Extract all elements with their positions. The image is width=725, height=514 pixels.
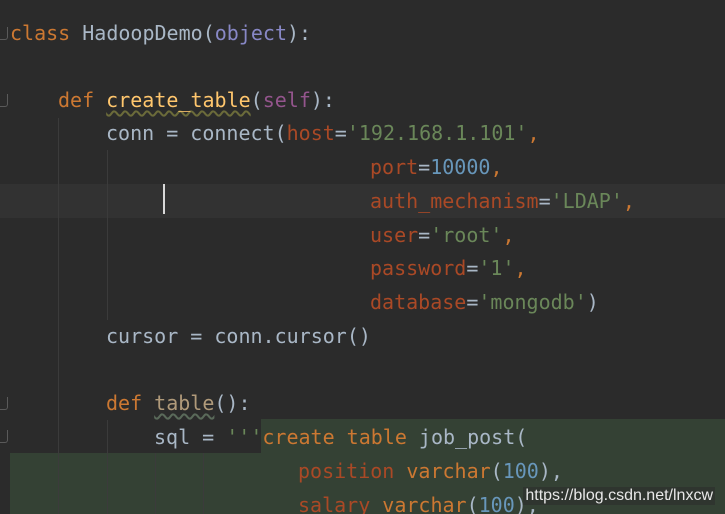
punctuation: ( (490, 459, 503, 483)
code-line[interactable]: salary varchar(100), (298, 489, 539, 514)
punctuation: ( (466, 493, 479, 514)
indent-guide (58, 118, 59, 514)
string-literal: 'root' (430, 223, 503, 247)
punctuation: , (527, 121, 540, 145)
punctuation: , (502, 223, 515, 247)
code-line[interactable]: def table(): (106, 387, 251, 420)
fold-marker-icon[interactable] (0, 94, 8, 107)
fold-marker-icon[interactable] (0, 430, 8, 443)
sql-column: position (298, 459, 395, 483)
fold-marker-icon[interactable] (0, 27, 8, 40)
code-line[interactable]: database='mongodb') (370, 286, 599, 319)
code-line[interactable]: cursor = conn.cursor() (106, 320, 371, 353)
named-param: database (370, 290, 467, 314)
punctuation: (): (214, 391, 251, 415)
punctuation: ): (286, 21, 312, 45)
code-line[interactable]: class HadoopDemo(object): (10, 17, 311, 50)
code-text: cursor = conn.cursor() (106, 324, 371, 348)
sql-type: varchar (382, 493, 467, 514)
number-literal: 10000 (430, 155, 491, 179)
code-line[interactable]: auth_mechanism='LDAP', (370, 185, 635, 218)
punctuation: ) (586, 290, 599, 314)
operator: = (466, 290, 479, 314)
fold-marker-icon[interactable] (0, 397, 8, 410)
code-editor[interactable]: class HadoopDemo(object): def create_tab… (0, 0, 725, 514)
punctuation: , (622, 189, 635, 213)
text-caret (163, 184, 165, 214)
punctuation: ( (250, 88, 263, 112)
number-literal: 100 (502, 459, 539, 483)
code-text: conn = connect( (106, 121, 287, 145)
class-name: HadoopDemo (82, 21, 203, 45)
watermark: https://blog.csdn.net/lnxcw (523, 487, 715, 505)
code-line[interactable]: sql = '''create table job_post( (154, 421, 527, 454)
sql-text: job_post( (406, 425, 528, 449)
string-literal: 'LDAP' (550, 189, 623, 213)
operator: = (418, 223, 431, 247)
punctuation: ), (538, 459, 563, 483)
number-literal: 100 (478, 493, 515, 514)
sql-type: varchar (406, 459, 491, 483)
punctuation: , (514, 256, 527, 280)
string-literal: '192.168.1.101' (346, 121, 528, 145)
code-line[interactable]: position varchar(100), (298, 455, 563, 488)
string-delimiter: ''' (226, 425, 263, 449)
indent-guide (203, 453, 204, 514)
named-param: password (370, 256, 467, 280)
keyword: def (106, 391, 143, 415)
punctuation: , (490, 155, 503, 179)
operator: = (334, 121, 347, 145)
sql-column: salary (298, 493, 371, 514)
named-param: port (370, 155, 419, 179)
indent-guide (107, 420, 108, 514)
operator: = (538, 189, 551, 213)
sql-keyword: create table (262, 425, 407, 449)
named-param: auth_mechanism (370, 189, 539, 213)
code-text: sql = (154, 425, 227, 449)
indent-guide (155, 453, 156, 514)
indent-guide (107, 150, 108, 320)
named-param: user (370, 223, 419, 247)
builtin-name: object (214, 21, 287, 45)
operator: = (418, 155, 431, 179)
code-line[interactable]: password='1', (370, 252, 527, 285)
self-param: self (262, 88, 311, 112)
string-literal: 'mongodb' (478, 290, 587, 314)
punctuation: ): (310, 88, 335, 112)
code-line[interactable]: user='root', (370, 219, 515, 252)
string-literal: '1' (478, 256, 515, 280)
function-name: create_table (106, 88, 251, 112)
keyword: class (10, 21, 71, 45)
operator: = (466, 256, 479, 280)
keyword: def (58, 88, 95, 112)
named-param: host (286, 121, 335, 145)
code-line[interactable]: def create_table(self): (58, 84, 335, 117)
code-line[interactable]: port=10000, (370, 151, 502, 184)
code-line[interactable]: conn = connect(host='192.168.1.101', (106, 117, 540, 150)
function-name: table (154, 391, 215, 415)
punctuation: ( (202, 21, 215, 45)
